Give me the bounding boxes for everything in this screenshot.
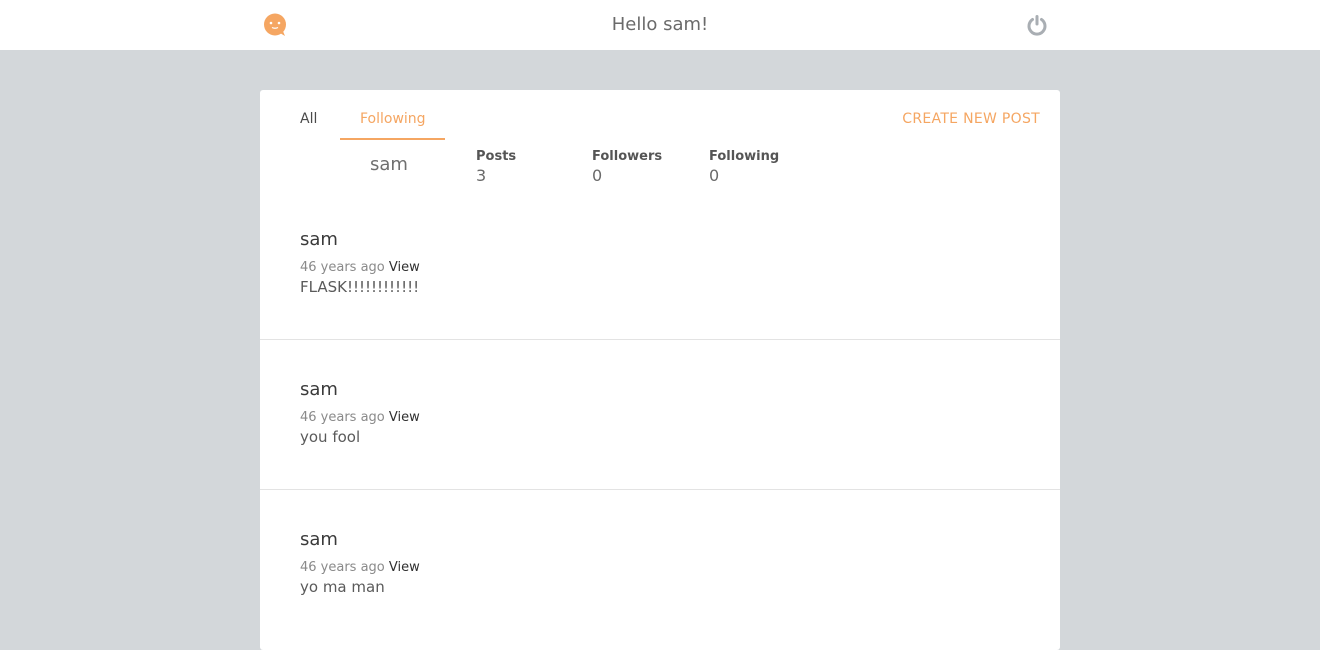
feed-tabs: All Following CREATE NEW POST: [260, 90, 1060, 140]
stat-label: Posts: [476, 149, 517, 164]
post-author[interactable]: sam: [300, 379, 338, 400]
post-body: yo ma man: [300, 578, 385, 596]
post-meta: 46 years ago View: [300, 260, 420, 275]
post-item: sam 46 years ago View yo ma man: [260, 489, 1060, 639]
stat-label: Following: [709, 149, 780, 164]
feed-card: All Following CREATE NEW POST sam Posts …: [260, 90, 1060, 650]
post-item: sam 46 years ago View FLASK!!!!!!!!!!!!: [260, 190, 1060, 340]
view-post-link[interactable]: View: [389, 410, 420, 425]
post-meta: 46 years ago View: [300, 410, 420, 425]
post-timestamp: 46 years ago: [300, 560, 385, 575]
stat-posts: Posts 3: [476, 149, 516, 185]
active-tab-indicator: [340, 138, 445, 140]
tab-following[interactable]: Following: [360, 111, 426, 127]
page-greeting: Hello sam!: [611, 14, 709, 35]
stat-value: 0: [592, 166, 603, 185]
post-author[interactable]: sam: [300, 229, 338, 250]
power-icon[interactable]: [1026, 14, 1048, 36]
view-post-link[interactable]: View: [389, 260, 420, 275]
create-new-post-button[interactable]: CREATE NEW POST: [902, 111, 1040, 127]
post-meta: 46 years ago View: [300, 560, 420, 575]
stat-label: Followers: [592, 149, 663, 164]
post-body: FLASK!!!!!!!!!!!!: [300, 278, 420, 296]
profile-name: sam: [370, 154, 408, 175]
post-body: you fool: [300, 428, 361, 446]
tab-all[interactable]: All: [300, 111, 317, 127]
post-timestamp: 46 years ago: [300, 410, 385, 425]
top-bar: Hello sam!: [0, 0, 1320, 50]
stat-followers: Followers 0: [592, 149, 662, 185]
post-author[interactable]: sam: [300, 529, 338, 550]
stat-following: Following 0: [709, 149, 779, 185]
view-post-link[interactable]: View: [389, 560, 420, 575]
stat-value: 0: [709, 166, 720, 185]
stat-value: 3: [476, 166, 487, 185]
post-item: sam 46 years ago View you fool: [260, 339, 1060, 489]
post-timestamp: 46 years ago: [300, 260, 385, 275]
